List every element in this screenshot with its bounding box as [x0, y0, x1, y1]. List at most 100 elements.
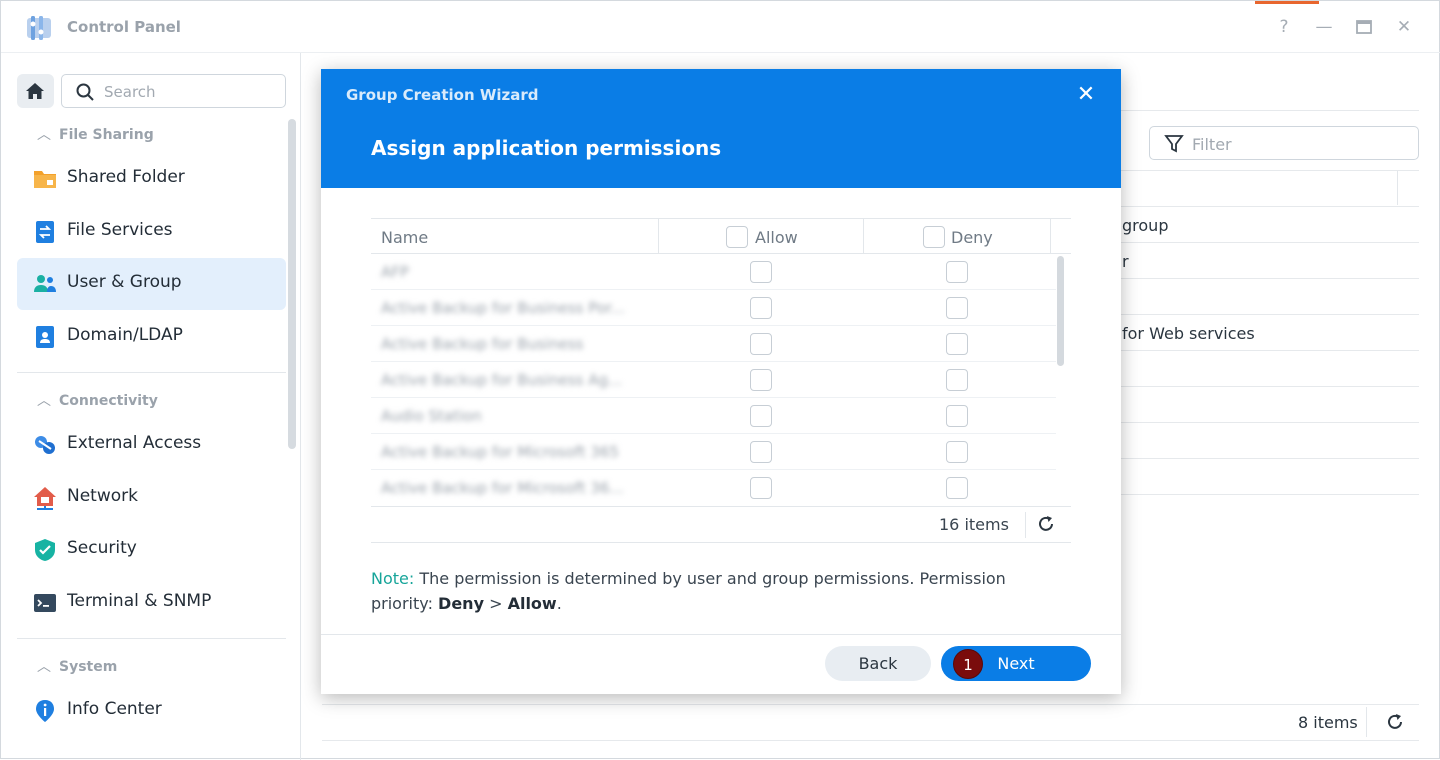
- deny-checkbox[interactable]: [946, 441, 968, 463]
- file-services-icon: [36, 221, 54, 243]
- allow-checkbox[interactable]: [750, 333, 772, 355]
- refresh-icon[interactable]: [1385, 712, 1405, 732]
- allow-checkbox[interactable]: [750, 369, 772, 391]
- divider: [17, 372, 286, 373]
- table-row[interactable]: Active Backup for Microsoft 365: [371, 434, 1056, 470]
- sidebar-item-label: External Access: [67, 433, 202, 453]
- app-name: AFP: [381, 263, 409, 281]
- search-placeholder: Search: [104, 83, 156, 101]
- separator: [1025, 512, 1026, 538]
- note-end: .: [556, 594, 562, 613]
- table-row[interactable]: for Web services: [1122, 324, 1255, 343]
- section-file-sharing[interactable]: ︿ File Sharing: [37, 124, 154, 144]
- column-deny: Deny: [951, 228, 993, 247]
- sidebar-item-user-group[interactable]: User & Group: [17, 258, 286, 310]
- help-icon[interactable]: ?: [1274, 17, 1294, 37]
- table-row[interactable]: Active Backup for Business Ag...: [371, 362, 1056, 398]
- allow-all-checkbox[interactable]: [726, 226, 748, 248]
- deny-checkbox[interactable]: [946, 477, 968, 499]
- sidebar-item-label: Security: [67, 538, 137, 558]
- table-row[interactable]: Active Backup for Business Por...: [371, 290, 1056, 326]
- sidebar-item-label: Domain/LDAP: [67, 325, 183, 345]
- filter-icon: [1164, 135, 1184, 153]
- allow-checkbox[interactable]: [750, 297, 772, 319]
- sidebar-item-label: Shared Folder: [67, 167, 185, 187]
- sidebar-item-info-center[interactable]: Info Center: [17, 685, 286, 737]
- maximize-icon[interactable]: [1354, 17, 1374, 37]
- deny-checkbox[interactable]: [946, 333, 968, 355]
- deny-checkbox[interactable]: [946, 405, 968, 427]
- divider: [322, 740, 1419, 741]
- note-label: Note:: [371, 569, 415, 588]
- table-row[interactable]: Audio Station: [371, 398, 1056, 434]
- section-connectivity[interactable]: ︿ Connectivity: [37, 390, 158, 410]
- chevron-up-icon: ︿: [37, 393, 51, 409]
- permissions-table: Name Allow Deny AFP Active Backup for Bu…: [371, 218, 1071, 543]
- deny-checkbox[interactable]: [946, 369, 968, 391]
- column-separator: [658, 219, 659, 254]
- sidebar-item-shared-folder[interactable]: Shared Folder: [17, 153, 286, 205]
- allow-checkbox[interactable]: [750, 477, 772, 499]
- dialog-close-icon[interactable]: ✕: [1074, 83, 1098, 107]
- sidebar-item-terminal-snmp[interactable]: Terminal & SNMP: [17, 577, 286, 629]
- sidebar-item-external-access[interactable]: External Access: [17, 419, 286, 471]
- app-name: Active Backup for Business: [381, 335, 584, 353]
- title-bar: Control Panel ? — ✕: [1, 1, 1440, 53]
- deny-all-checkbox[interactable]: [923, 226, 945, 248]
- terminal-icon: [34, 594, 56, 612]
- items-count: 8 items: [1298, 713, 1358, 732]
- separator: [1366, 707, 1367, 737]
- close-icon[interactable]: ✕: [1394, 17, 1414, 37]
- note-allow: Allow: [507, 594, 557, 613]
- note-gt: >: [484, 594, 508, 613]
- sidebar-scrollbar[interactable]: [288, 119, 296, 449]
- chevron-up-icon: ︿: [37, 659, 51, 675]
- sidebar-item-domain-ldap[interactable]: Domain/LDAP: [17, 311, 286, 363]
- minimize-icon[interactable]: —: [1314, 17, 1334, 37]
- filter-input[interactable]: Filter: [1149, 126, 1419, 160]
- refresh-icon[interactable]: [1036, 514, 1056, 534]
- allow-checkbox[interactable]: [750, 405, 772, 427]
- search-input[interactable]: Search: [61, 74, 286, 108]
- deny-checkbox[interactable]: [946, 261, 968, 283]
- user-group-icon: [34, 275, 56, 292]
- allow-checkbox[interactable]: [750, 261, 772, 283]
- note-deny: Deny: [438, 594, 484, 613]
- section-system[interactable]: ︿ System: [37, 656, 117, 676]
- sidebar-item-label: Network: [67, 486, 138, 506]
- sidebar-item-network[interactable]: Network: [17, 472, 286, 524]
- home-icon: [26, 83, 44, 99]
- table-row[interactable]: Active Backup for Microsoft 36...: [371, 470, 1056, 506]
- divider: [321, 634, 1121, 635]
- table-row[interactable]: r: [1122, 252, 1129, 271]
- column-name[interactable]: Name: [381, 228, 428, 247]
- wizard-name: Group Creation Wizard: [346, 86, 539, 104]
- column-allow: Allow: [755, 228, 798, 247]
- divider: [17, 638, 286, 639]
- sidebar-item-security[interactable]: Security: [17, 524, 286, 576]
- filter-placeholder: Filter: [1192, 135, 1232, 154]
- back-button[interactable]: Back: [825, 646, 931, 681]
- table-footer: 16 items: [371, 506, 1071, 543]
- sidebar-item-label: User & Group: [67, 272, 182, 292]
- search-icon: [76, 83, 94, 101]
- control-panel-icon: [27, 16, 51, 40]
- app-name: Active Backup for Business Por...: [381, 299, 626, 317]
- sidebar-item-label: Terminal & SNMP: [67, 591, 212, 611]
- table-row[interactable]: Active Backup for Business: [371, 326, 1056, 362]
- allow-checkbox[interactable]: [750, 441, 772, 463]
- step-title: Assign application permissions: [371, 136, 722, 160]
- group-creation-wizard-dialog: Group Creation Wizard Assign application…: [321, 69, 1121, 694]
- app-name: Audio Station: [381, 407, 482, 425]
- step-badge: 1: [953, 649, 983, 679]
- permission-note: Note: The permission is determined by us…: [371, 566, 1071, 616]
- chevron-up-icon: ︿: [37, 127, 51, 143]
- items-count: 16 items: [939, 515, 1009, 534]
- table-row[interactable]: AFP: [371, 254, 1056, 290]
- app-title: Control Panel: [67, 18, 181, 36]
- table-row[interactable]: group: [1122, 216, 1168, 235]
- table-scrollbar[interactable]: [1057, 256, 1064, 366]
- home-button[interactable]: [17, 74, 54, 108]
- deny-checkbox[interactable]: [946, 297, 968, 319]
- sidebar-item-file-services[interactable]: File Services: [17, 206, 286, 258]
